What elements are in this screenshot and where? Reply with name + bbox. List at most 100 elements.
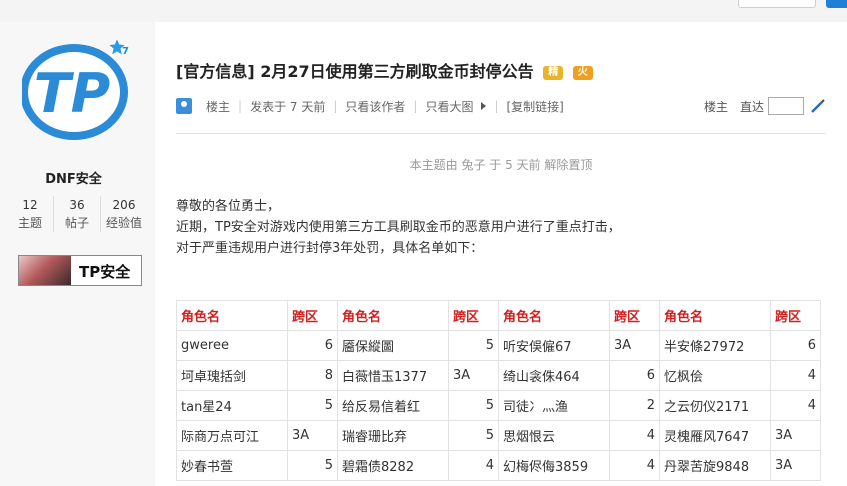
table-cell: 白薇惜玉1377	[337, 360, 449, 391]
table-cell: 5	[448, 390, 499, 421]
column-header: 跨区	[448, 300, 499, 331]
user-stats: 12 主题 36 帖子 206 经验值	[7, 196, 147, 232]
table-cell: 6	[609, 360, 660, 391]
divider	[176, 133, 826, 134]
stat-posts[interactable]: 36 帖子	[54, 196, 101, 232]
floor-label-right: 楼主	[704, 99, 729, 114]
stat-label: 经验值	[105, 216, 142, 230]
separator: |	[333, 99, 338, 113]
table-cell: 3A	[609, 330, 660, 361]
user-icon	[176, 98, 192, 114]
table-cell: 4	[609, 450, 660, 481]
table-cell: 碧霜债8282	[337, 450, 449, 481]
table-cell: 4	[770, 360, 821, 391]
table-row: tan星24 5 给反易信着红 5 司徒冫灬渔 2 之云仞仪2171 4	[176, 390, 821, 421]
table-cell: 3A	[770, 450, 821, 481]
table-cell: 坷卓瑰括剑	[176, 360, 288, 391]
table-cell: 际商万点可江	[176, 420, 288, 451]
table-cell: tan星24	[176, 390, 288, 421]
post-time: 发表于 7 天前	[250, 99, 326, 114]
table-row: 坷卓瑰括剑 8 白薇惜玉1377 3A 绮山衾侏464 6 忆枫侩 4	[176, 360, 821, 391]
table-cell: 绮山衾侏464	[498, 360, 610, 391]
table-cell: gweree	[176, 330, 288, 361]
table-cell: 6	[770, 330, 821, 361]
floor-nav: 楼主 直达	[704, 97, 826, 115]
tp-logo-icon: TP	[20, 44, 128, 140]
ban-list-table: 角色名 跨区 角色名 跨区 角色名 跨区 角色名 跨区 gweree 6 靥保縱…	[176, 300, 821, 481]
separator: |	[494, 99, 499, 113]
title-tag[interactable]: [官方信息]	[176, 62, 255, 81]
logo-text: TP	[34, 62, 110, 125]
table-cell: 思烟恨云	[498, 420, 610, 451]
table-cell: 5	[448, 330, 499, 361]
body-line: 尊敬的各位勇士，	[176, 199, 281, 214]
column-header: 跨区	[609, 300, 660, 331]
pen-icon[interactable]	[810, 98, 826, 114]
page-title: [官方信息] 2月27日使用第三方刷取金币封停公告 精 火	[176, 58, 593, 82]
table-row: 际商万点可江 3A 瑞睿珊比弃 5 思烟恨云 4 灵槐雁风7647 3A	[176, 420, 821, 451]
big-image-link[interactable]: 只看大图	[425, 98, 473, 115]
body-line: 近期，TP安全对游戏内使用第三方工具刷取金币的恶意用户进行了重点打击，	[176, 220, 621, 235]
table-cell: 灵槐雁风7647	[659, 420, 771, 451]
table-cell: 5	[448, 420, 499, 451]
table-cell: 给反易信着红	[337, 390, 449, 421]
goto-input[interactable]	[768, 97, 805, 115]
username[interactable]: DNF安全	[0, 168, 147, 187]
table-cell: 司徒冫灬渔	[498, 390, 610, 421]
badge-text: TP安全	[79, 263, 131, 281]
table-cell: 3A	[770, 420, 821, 451]
table-cell: 靥保縱圖	[337, 330, 449, 361]
post-meta: 楼主 | 发表于 7 天前 | 只看该作者 | 只看大图 | [复制链接]	[176, 97, 564, 115]
stat-value: 12	[22, 198, 38, 212]
title-text: 2月27日使用第三方刷取金币封停公告	[260, 62, 534, 81]
stat-label: 帖子	[64, 216, 89, 230]
table-cell: 瑞睿珊比弃	[337, 420, 449, 451]
table-cell: 6	[287, 330, 338, 361]
user-badge: TP安全	[18, 255, 142, 286]
floor-label: 楼主	[206, 99, 231, 114]
table-cell: 5	[287, 390, 338, 421]
table-cell: 忆枫侩	[659, 360, 771, 391]
table-cell: 幻梅侭侮3859	[498, 450, 610, 481]
body-line: 对于严重违规用户进行封停3年处罚，具体名单如下：	[176, 241, 484, 256]
table-cell: 4	[609, 420, 660, 451]
table-row: gweree 6 靥保縱圖 5 听安俁僱67 3A 半安條27972 6	[176, 330, 821, 361]
column-header: 角色名	[176, 300, 288, 331]
column-header: 跨区	[770, 300, 821, 331]
table-cell: 之云仞仪2171	[659, 390, 771, 421]
table-cell: 2	[609, 390, 660, 421]
stat-experience[interactable]: 206 经验值	[101, 196, 147, 232]
digest-icon: 精	[543, 65, 564, 80]
stat-label: 主题	[17, 216, 42, 230]
moderation-notice: 本主题由 兔子 于 5 天前 解除置顶	[409, 158, 593, 172]
copy-link[interactable]: [复制链接]	[507, 98, 564, 115]
table-cell: 3A	[448, 360, 499, 391]
stat-value: 36	[69, 198, 85, 212]
separator: |	[413, 99, 418, 113]
table-cell: 4	[770, 390, 821, 421]
stat-value: 206	[112, 198, 136, 212]
table-header-row: 角色名 跨区 角色名 跨区 角色名 跨区 角色名 跨区	[176, 300, 821, 331]
top-blue-button[interactable]	[826, 0, 847, 8]
table-cell: 妙春书萱	[176, 450, 288, 481]
table-cell: 5	[287, 450, 338, 481]
triangle-right-icon	[481, 102, 487, 110]
badge-image	[19, 256, 71, 285]
column-header: 角色名	[659, 300, 771, 331]
post-body: 尊敬的各位勇士， 近期，TP安全对游戏内使用第三方工具刷取金币的恶意用户进行了重…	[176, 196, 621, 259]
goto-label: 直达	[740, 99, 765, 114]
table-cell: 4	[448, 450, 499, 481]
table-cell: 3A	[287, 420, 338, 451]
table-cell: 听安俁僱67	[498, 330, 610, 361]
hot-icon: 火	[572, 65, 593, 80]
stat-topics[interactable]: 12 主题	[7, 196, 54, 232]
top-button[interactable]	[738, 0, 816, 8]
column-header: 跨区	[287, 300, 338, 331]
table-row: 妙春书萱 5 碧霜债8282 4 幻梅侭侮3859 4 丹翠苦旋9848 3A	[176, 450, 821, 481]
table-cell: 半安條27972	[659, 330, 771, 361]
column-header: 角色名	[498, 300, 610, 331]
table-cell: 8	[287, 360, 338, 391]
avatar[interactable]: TP	[20, 42, 132, 142]
top-bar	[0, 0, 847, 22]
author-only-link[interactable]: 只看该作者	[345, 98, 405, 115]
